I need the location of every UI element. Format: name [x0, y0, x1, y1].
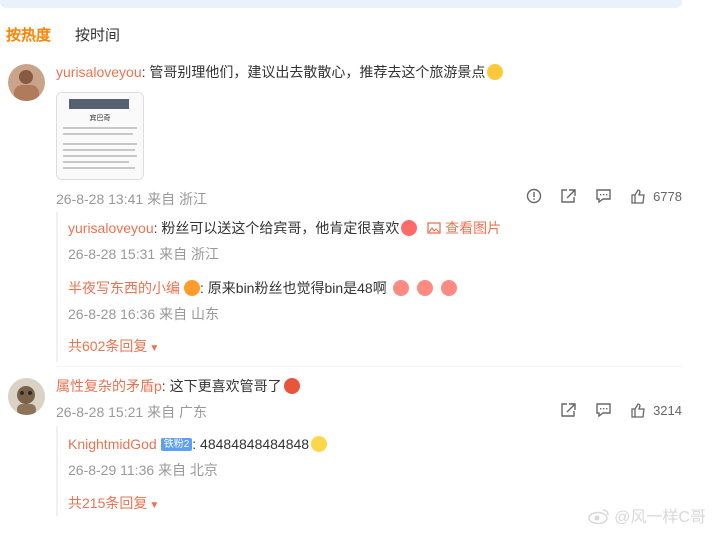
- comment-actions: 6778: [508, 188, 682, 204]
- comment-content: yurisaloveyou: 管哥别理他们，建议出去散散心，推荐去这个旅游景点: [56, 62, 504, 82]
- report-icon: [526, 188, 542, 204]
- thumbnail-text-line: [63, 155, 137, 157]
- like-count: 6778: [653, 188, 682, 204]
- reply-meta: 26-8-28 16:36 来自 山东: [68, 305, 219, 323]
- comment-meta: 26-8-28 15:21 来自 广东: [56, 403, 207, 421]
- thumbnail-text-line: [63, 167, 135, 169]
- weibo-logo-icon: [587, 509, 609, 525]
- more-replies-label: 共215条回复: [68, 495, 148, 511]
- comment-source: 来自 浙江: [147, 191, 207, 207]
- share-button[interactable]: [560, 188, 577, 204]
- like-count: 3214: [653, 402, 682, 418]
- reply-source: 来自 山东: [159, 306, 219, 322]
- reply-source: 来自 浙江: [159, 246, 219, 262]
- fan-badge-icon: [184, 280, 200, 296]
- top-bar: [0, 0, 682, 8]
- reply-time: 26-8-28 15:31: [68, 246, 156, 262]
- more-replies-link[interactable]: 共215条回复 ▼: [68, 494, 159, 515]
- reply-text: : 原来bin粉丝也觉得bin是48啊: [200, 280, 387, 296]
- thumbs-up-icon: [631, 403, 645, 418]
- share-button[interactable]: [560, 402, 577, 418]
- reply-content: 半夜写东西的小编 : 原来bin粉丝也觉得bin是48啊: [68, 278, 457, 298]
- comment-text: : 这下更喜欢管哥了: [161, 378, 282, 394]
- fan-level-badge: 铁粉2: [160, 438, 193, 451]
- share-icon: [561, 403, 576, 417]
- watermark-text: @风一样C哥: [614, 509, 706, 526]
- thumbnail-text-line: [63, 127, 137, 129]
- thumbnail-text-line: [63, 133, 133, 135]
- comment-content: 属性复杂的矛盾p: 这下更喜欢管哥了: [56, 376, 300, 396]
- thumbnail-text-line: [63, 143, 137, 145]
- comment-meta: 26-8-28 13:41 来自 浙江: [56, 190, 207, 208]
- emoji-icon: [283, 378, 300, 394]
- comment-username[interactable]: yurisaloveyou: [56, 64, 142, 80]
- comment-button[interactable]: [595, 188, 612, 204]
- comment-time: 26-8-28 15:21: [56, 404, 144, 420]
- kiss-emoji-icon: [416, 280, 433, 296]
- avatar[interactable]: [8, 378, 45, 415]
- comment-image-thumbnail[interactable]: 宾巴奇: [56, 92, 144, 180]
- watermark: @风一样C哥: [587, 503, 706, 527]
- view-image-link[interactable]: 查看图片: [421, 220, 501, 236]
- chevron-down-icon: ▼: [149, 343, 160, 354]
- comment-divider: [56, 366, 682, 367]
- thumbnail-title: 宾巴奇: [89, 115, 111, 122]
- heart-eyes-emoji-icon: [401, 220, 418, 236]
- kiss-emoji-icon: [392, 280, 409, 296]
- more-replies-link[interactable]: 共602条回复 ▼: [68, 337, 159, 358]
- comment-text: : 管哥别理他们，建议出去散散心，推荐去这个旅游景点: [141, 64, 486, 80]
- reply-time: 26-8-29 11:36: [68, 462, 155, 478]
- thumbnail-text-line: [63, 149, 135, 151]
- reply-username[interactable]: yurisaloveyou: [68, 220, 154, 236]
- blush-emoji-icon: [487, 64, 504, 80]
- avatar[interactable]: [8, 64, 45, 101]
- sort-by-time-tab[interactable]: 按时间: [75, 24, 120, 45]
- reply-content: yurisaloveyou: 粉丝可以送这个给宾哥，他肯定很喜欢 查看图片: [68, 218, 501, 238]
- view-image-label: 查看图片: [445, 220, 502, 236]
- reply-meta: 26-8-28 15:31 来自 浙江: [68, 245, 219, 263]
- sort-tabs: 按热度 按时间: [6, 22, 120, 46]
- report-button[interactable]: [526, 188, 542, 204]
- comment-source: 来自 广东: [147, 404, 207, 420]
- thumbs-up-icon: [631, 189, 645, 204]
- reply-text: : 粉丝可以送这个给宾哥，他肯定很喜欢: [153, 220, 400, 236]
- like-button[interactable]: 6778: [630, 188, 682, 204]
- reply-time: 26-8-28 16:36: [68, 306, 156, 322]
- more-replies-label: 共602条回复: [68, 338, 148, 354]
- reply-content: KnightmidGod 铁粉2: 48484848484848: [68, 434, 328, 454]
- comment-button[interactable]: [595, 402, 612, 418]
- kiss-emoji-icon: [440, 280, 457, 296]
- crying-emoji-icon: [311, 436, 328, 452]
- sort-by-hot-tab[interactable]: 按热度: [6, 24, 51, 45]
- thumbnail-text-line: [63, 161, 129, 163]
- reply-source: 来自 北京: [158, 462, 218, 478]
- like-button[interactable]: 3214: [630, 402, 682, 418]
- reply-text: : 48484848484848: [192, 436, 310, 452]
- share-icon: [561, 189, 576, 203]
- thumbnail-photo: [69, 99, 129, 109]
- comment-username[interactable]: 属性复杂的矛盾p: [56, 378, 162, 394]
- reply-username[interactable]: KnightmidGod: [68, 436, 157, 452]
- comment-actions: 3214: [542, 402, 682, 418]
- reply-meta: 26-8-29 11:36 来自 北京: [68, 461, 218, 479]
- comment-icon: [596, 403, 611, 418]
- comment-icon: [596, 189, 611, 204]
- reply-block: yurisaloveyou: 粉丝可以送这个给宾哥，他肯定很喜欢 查看图片 26…: [56, 212, 684, 362]
- reply-username[interactable]: 半夜写东西的小编: [68, 280, 180, 296]
- chevron-down-icon: ▼: [149, 500, 160, 511]
- image-icon: [427, 222, 441, 234]
- comment-time: 26-8-28 13:41: [56, 191, 144, 207]
